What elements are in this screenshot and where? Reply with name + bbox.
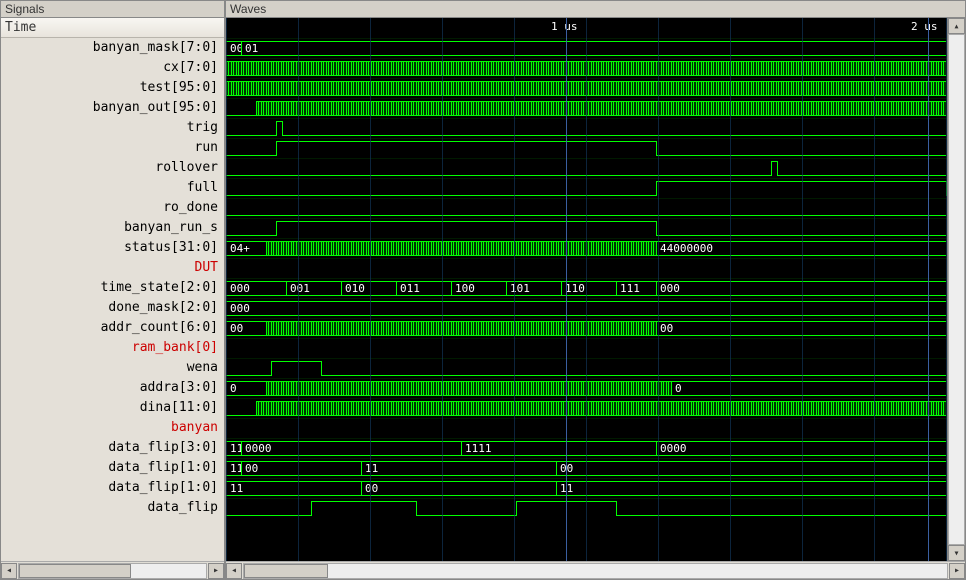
bus-value: 1111 — [465, 442, 492, 455]
grid-line — [874, 18, 875, 561]
signal-data-flip[interactable]: data_flip — [1, 498, 224, 518]
bus-value: 0 — [675, 382, 682, 395]
signal-wena[interactable]: wena — [1, 358, 224, 378]
scroll-down-icon[interactable]: ▾ — [948, 545, 965, 561]
signal-trig[interactable]: trig — [1, 118, 224, 138]
grid-line — [586, 18, 587, 561]
bus-value: 0000 — [245, 442, 272, 455]
signal-run[interactable]: run — [1, 138, 224, 158]
bus-value: 110 — [565, 282, 585, 295]
signals-panel: Signals Timebanyan_mask[7:0]cx[7:0]test[… — [0, 0, 225, 580]
signal-time[interactable]: Time — [1, 18, 224, 38]
bus-value: 0000 — [660, 442, 687, 455]
bus-value: 111 — [620, 282, 640, 295]
signal-ram-bank-0-[interactable]: ram_bank[0] — [1, 338, 224, 358]
bus-value: 11 — [365, 462, 378, 475]
ruler-tick: 2 us — [911, 20, 938, 33]
bus-value: 011 — [400, 282, 420, 295]
signal-dut[interactable]: DUT — [1, 258, 224, 278]
scroll-left-icon[interactable]: ◂ — [1, 563, 17, 579]
scrollbar-thumb[interactable] — [244, 564, 328, 578]
bus-value: 00 — [660, 322, 673, 335]
bus-value: 000 — [230, 282, 250, 295]
waves-vscroll-track[interactable] — [948, 34, 965, 545]
ruler-tick: 1 us — [551, 20, 578, 33]
signal-done-mask-2-0-[interactable]: done_mask[2:0] — [1, 298, 224, 318]
major-grid-line — [566, 18, 567, 561]
waves-body[interactable]: 1 us2 us 000104+440000000000010100111001… — [226, 18, 965, 561]
grid-line — [226, 18, 227, 561]
signal-rollover[interactable]: rollover — [1, 158, 224, 178]
signals-list[interactable]: Timebanyan_mask[7:0]cx[7:0]test[95:0]ban… — [1, 18, 224, 561]
waves-panel-title: Waves — [226, 1, 965, 18]
signal-data-flip-3-0-[interactable]: data_flip[3:0] — [1, 438, 224, 458]
bus-value: 11 — [230, 482, 243, 495]
grid-line — [442, 18, 443, 561]
bus-value: 100 — [455, 282, 475, 295]
signal-test-95-0-[interactable]: test[95:0] — [1, 78, 224, 98]
bus-value: 0 — [230, 382, 237, 395]
waves-scrollbar-track[interactable] — [243, 563, 948, 579]
signal-status-31-0-[interactable]: status[31:0] — [1, 238, 224, 258]
signals-scrollbar-track[interactable] — [18, 563, 207, 579]
signal-banyan[interactable]: banyan — [1, 418, 224, 438]
bus-value: 000 — [230, 302, 250, 315]
bus-value: 001 — [290, 282, 310, 295]
signal-banyan-run-s[interactable]: banyan_run_s — [1, 218, 224, 238]
waves-hscroll[interactable]: ◂ ▸ — [226, 561, 965, 579]
bus-value: 00 — [365, 482, 378, 495]
signal-data-flip-1-0-[interactable]: data_flip[1:0] — [1, 478, 224, 498]
waves-vscroll[interactable]: ▴ ▾ — [947, 18, 965, 561]
signal-dina-11-0-[interactable]: dina[11:0] — [1, 398, 224, 418]
bus-value: 010 — [345, 282, 365, 295]
scroll-left-icon[interactable]: ◂ — [226, 563, 242, 579]
grid-line — [802, 18, 803, 561]
grid-line — [730, 18, 731, 561]
signal-time-state-2-0-[interactable]: time_state[2:0] — [1, 278, 224, 298]
signal-ro-done[interactable]: ro_done — [1, 198, 224, 218]
signal-banyan-out-95-0-[interactable]: banyan_out[95:0] — [1, 98, 224, 118]
scroll-right-icon[interactable]: ▸ — [208, 563, 224, 579]
bus-value: 04+ — [230, 242, 250, 255]
grid-line — [298, 18, 299, 561]
grid-line — [370, 18, 371, 561]
signal-data-flip-1-0-[interactable]: data_flip[1:0] — [1, 458, 224, 478]
signal-banyan-mask-7-0-[interactable]: banyan_mask[7:0] — [1, 38, 224, 58]
grid-line — [514, 18, 515, 561]
signal-full[interactable]: full — [1, 178, 224, 198]
grid-line — [658, 18, 659, 561]
waves-panel: Waves 1 us2 us 000104+440000000000010100… — [225, 0, 966, 580]
signal-addra-3-0-[interactable]: addra[3:0] — [1, 378, 224, 398]
bus-value: 01 — [245, 42, 258, 55]
signal-cx-7-0-[interactable]: cx[7:0] — [1, 58, 224, 78]
signal-addr-count-6-0-[interactable]: addr_count[6:0] — [1, 318, 224, 338]
scroll-up-icon[interactable]: ▴ — [948, 18, 965, 34]
scrollbar-thumb[interactable] — [19, 564, 131, 578]
scroll-right-icon[interactable]: ▸ — [949, 563, 965, 579]
bus-value: 44000000 — [660, 242, 713, 255]
bus-value: 101 — [510, 282, 530, 295]
bus-value: 00 — [245, 462, 258, 475]
bus-value: 000 — [660, 282, 680, 295]
signals-panel-title: Signals — [1, 1, 224, 18]
bus-value: 00 — [230, 322, 243, 335]
major-grid-line — [928, 18, 929, 561]
signals-hscroll[interactable]: ◂ ▸ — [1, 561, 224, 579]
